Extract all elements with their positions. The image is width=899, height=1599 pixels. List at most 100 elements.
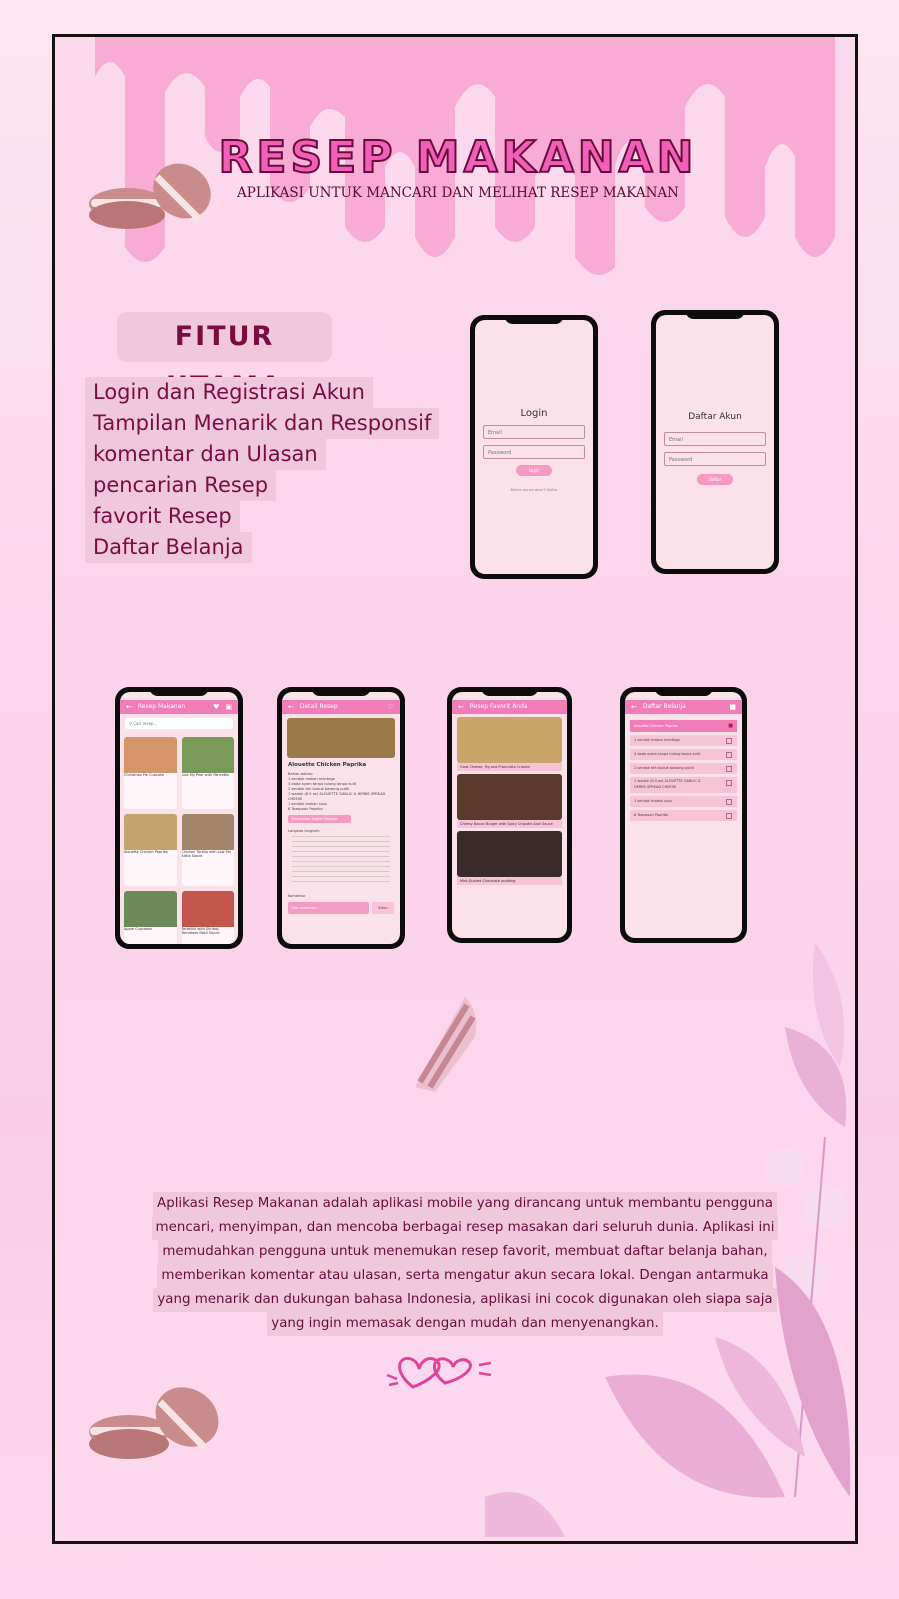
shopping-item[interactable]: 1 sendok makan susu (630, 796, 737, 807)
shopping-appbar: ← Daftar Belanja ■ (625, 700, 742, 714)
recipe-card[interactable]: Apple Cupcakes (124, 891, 177, 944)
ingredient-item: 1 wadah (6.5 oz) ALOUETTE GARLIC & HERBS… (288, 792, 386, 801)
features-list: Login dan Registrasi Akun Tampilan Menar… (85, 377, 445, 563)
phone-notch (480, 687, 539, 696)
description-line: yang ingin memasak dengan mudah dan meny… (267, 1312, 663, 1336)
recipe-grid: Christmas Pie Cupcake Lola My Pear with … (120, 733, 238, 944)
phone-home: ← Resep Makanan ♥ ▣ ⚲ Cari resep... Chri… (115, 687, 243, 949)
shopping-group-header: Alouette Chicken Paprika ■ (630, 720, 737, 732)
shopping-item-label: 8 Teaspoon Paprika (634, 813, 668, 817)
favorite-card[interactable]: Mint-Dusted Chocolate pudding (457, 831, 562, 885)
detail-appbar-title: Detail Resep (299, 703, 338, 710)
macaron-bottom-icon (89, 1387, 219, 1459)
delete-icon[interactable]: ■ (728, 720, 733, 732)
description-line: Aplikasi Resep Makanan adalah aplikasi m… (153, 1192, 777, 1216)
heart-icon[interactable]: ♥ (213, 700, 219, 714)
send-button[interactable]: Kirim (372, 902, 394, 914)
back-icon[interactable]: ← (126, 700, 132, 714)
recipe-name: Tortellini with Shrimp, Tomatoes Basil S… (181, 927, 220, 935)
favorites-appbar-title: Resep Favorit Anda (469, 703, 528, 710)
register-screen: Daftar Akun Email Password Daftar (656, 315, 774, 569)
shopping-item-label: 2 sendok teh bubuk bawang putih (634, 766, 694, 770)
phone-notch (311, 687, 371, 696)
checkbox[interactable] (726, 766, 732, 772)
feature-item: komentar dan Ulasan (85, 439, 326, 470)
recipe-card[interactable]: Alouette Chicken Paprika (124, 814, 177, 886)
password-field[interactable]: Password (483, 445, 585, 459)
shopping-item[interactable]: 1 sendok makan mentega (630, 735, 737, 746)
phone-login: Login Email Password Login Belum punya a… (470, 315, 598, 579)
poster-frame: RESEP MAKANAN APLIKASI UNTUK MANCARI DAN… (52, 34, 858, 1544)
checkbox[interactable] (726, 813, 732, 819)
back-icon[interactable]: ← (288, 700, 294, 714)
phone-notch (685, 310, 745, 319)
recipe-card[interactable]: Chicken Tortilla with Low Fat Kittie Sau… (181, 814, 234, 886)
phone-notch (654, 687, 713, 696)
recipe-card[interactable]: Lola My Pear with Pancetta (181, 737, 234, 809)
recipe-name: Chicken Tortilla with Low Fat Kittie Sau… (181, 850, 231, 858)
ingredient-item: 8 Teaspoon Paprika (288, 807, 323, 811)
search-icon: ⚲ (129, 721, 132, 726)
search-input[interactable]: ⚲ Cari resep... (125, 718, 233, 729)
phone-notch (149, 687, 209, 696)
favorites-screen: ← Resep Favorit Anda Goat Cheese, Fig an… (452, 692, 567, 938)
description-line: memudahkan pengguna untuk menemukan rese… (158, 1240, 772, 1264)
shopping-item[interactable]: 2 sendok teh bubuk bawang putih (630, 763, 737, 774)
home-appbar-title: Resep Makanan (137, 703, 186, 710)
recipe-title: Alouette Chicken Paprika (288, 762, 367, 768)
shopping-group-title: Alouette Chicken Paprika (634, 724, 678, 728)
detail-appbar: ← Detail Resep ♡ (282, 700, 400, 714)
register-button[interactable]: Daftar (697, 474, 733, 485)
recipe-card[interactable]: Tortellini with Shrimp, Tomatoes Basil S… (181, 891, 234, 944)
shopping-item[interactable]: 8 Teaspoon Paprika (630, 810, 737, 821)
comment-input[interactable]: Tulis komentar... (288, 902, 369, 914)
feature-item: pencarian Resep (85, 470, 277, 501)
favorite-name: Cheesy Bacon Burger with Spicy Chipotle … (457, 820, 562, 828)
description-block: Aplikasi Resep Makanan adalah aplikasi m… (135, 1192, 795, 1336)
recipe-image (287, 718, 395, 758)
recipe-card[interactable]: Christmas Pie Cupcake (124, 737, 177, 809)
shopping-item[interactable]: 1 wadah (6.5 oz) ALOUETTE GARLIC & HERBS… (630, 777, 737, 793)
features-heading: FITUR UTAMA (117, 312, 332, 402)
description-line: memberikan komentar atau ulasan, serta m… (157, 1264, 773, 1288)
recipe-name: Apple Cupcakes (124, 927, 152, 931)
phone-detail: ← Detail Resep ♡ Alouette Chicken Paprik… (277, 687, 405, 949)
phone-notch (504, 315, 564, 324)
favorite-name: Mint-Dusted Chocolate pudding (457, 877, 562, 885)
favorite-card[interactable]: Cheesy Bacon Burger with Spicy Chipotle … (457, 774, 562, 828)
favorite-card[interactable]: Goat Cheese, Fig and Prosciutto Crostini (457, 717, 562, 771)
checkbox[interactable] (726, 738, 732, 744)
shopping-item-label: 4 dada ayam tanpa tulang tanpa kulit (634, 752, 701, 756)
recipe-name: Alouette Chicken Paprika (124, 850, 168, 854)
trash-icon[interactable]: ■ (729, 700, 736, 714)
home-screen: ← Resep Makanan ♥ ▣ ⚲ Cari resep... Chri… (120, 692, 238, 944)
shopping-item-label: 1 wadah (6.5 oz) ALOUETTE GARLIC & HERBS… (634, 779, 701, 789)
steps-heading: Langkah-langkah: (288, 829, 321, 833)
register-link[interactable]: Belum punya akun? Daftar (475, 488, 593, 492)
checkbox[interactable] (726, 799, 732, 805)
feature-item: Daftar Belanja (85, 532, 252, 563)
description-line: mencari, menyimpan, dan mencoba berbagai… (151, 1216, 779, 1240)
shopping-item-label: 1 sendok makan susu (634, 799, 673, 803)
heart-icon[interactable]: ♡ (388, 700, 394, 714)
login-screen: Login Email Password Login Belum punya a… (475, 320, 593, 574)
back-icon[interactable]: ← (458, 700, 464, 714)
shopping-item[interactable]: 4 dada ayam tanpa tulang tanpa kulit (630, 749, 737, 760)
register-title: Daftar Akun (688, 412, 742, 422)
checkbox[interactable] (726, 780, 732, 786)
phone-shopping: ← Daftar Belanja ■ Alouette Chicken Papr… (620, 687, 747, 943)
login-button[interactable]: Login (516, 465, 552, 476)
checkbox[interactable] (726, 752, 732, 758)
cart-icon[interactable]: ▣ (225, 700, 232, 714)
steps-text (292, 836, 390, 886)
feature-item: Login dan Registrasi Akun (85, 377, 373, 408)
recipe-name: Christmas Pie Cupcake (124, 773, 165, 777)
back-icon[interactable]: ← (631, 700, 637, 714)
email-field[interactable]: Email (664, 432, 766, 446)
shopping-appbar-title: Daftar Belanja (642, 703, 686, 710)
feature-item: Tampilan Menarik dan Responsif (85, 408, 440, 439)
password-field[interactable]: Password (664, 452, 766, 466)
search-placeholder: Cari resep... (133, 721, 158, 726)
email-field[interactable]: Email (483, 425, 585, 439)
add-shopping-button[interactable]: Tambahkan Daftar Belanja (288, 815, 351, 823)
